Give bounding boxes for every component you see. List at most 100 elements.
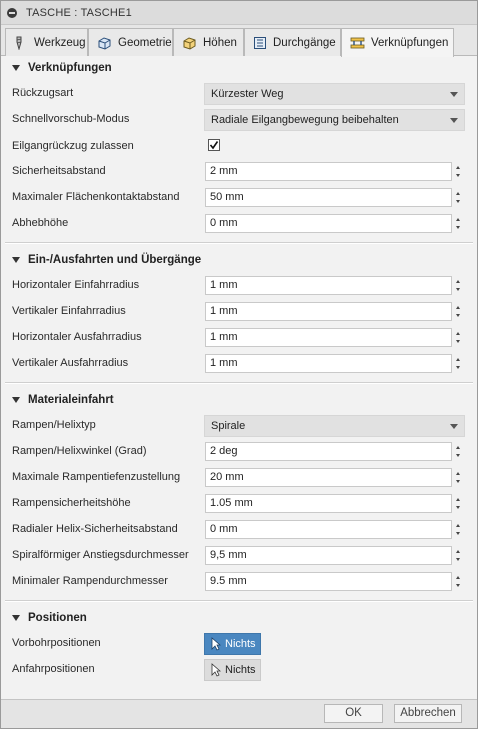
h-exit-radius-input[interactable]: 1 mm	[205, 328, 452, 347]
spinner[interactable]	[453, 302, 463, 321]
spin-down-icon[interactable]	[456, 454, 460, 457]
max-stay-down-input[interactable]: 50 mm	[205, 188, 452, 207]
spin-down-icon[interactable]	[456, 532, 460, 535]
row-safe-distance: Sicherheitsabstand 2 mm	[1, 161, 477, 183]
collapse-icon[interactable]	[7, 7, 17, 18]
lift-height-input[interactable]: 0 mm	[205, 214, 452, 233]
max-stepdown-label: Maximale Rampentiefenzustellung	[12, 471, 181, 483]
v-exit-radius-input[interactable]: 1 mm	[205, 354, 452, 373]
tab-werkzeug[interactable]: Werkzeug	[5, 28, 88, 56]
ramp-angle-input[interactable]: 2 deg	[205, 442, 452, 461]
section-title: Positionen	[28, 612, 87, 624]
rapid-mode-dropdown[interactable]: Radiale Eilgangbewegung beibehalten	[204, 109, 465, 131]
spinner[interactable]	[453, 328, 463, 347]
min-ramp-diameter-input[interactable]: 9.5 mm	[205, 572, 452, 591]
section-title: Verknüpfungen	[28, 62, 112, 74]
h-entry-radius-input[interactable]: 1 mm	[205, 276, 452, 295]
checkmark-icon	[209, 141, 219, 150]
tab-verknuepfungen[interactable]: Verknüpfungen	[341, 28, 454, 57]
spin-down-icon[interactable]	[456, 366, 460, 369]
spin-down-icon[interactable]	[456, 288, 460, 291]
safe-distance-input[interactable]: 2 mm	[205, 162, 452, 181]
spin-down-icon[interactable]	[456, 584, 460, 587]
tab-hoehen[interactable]: Höhen	[173, 28, 244, 56]
allow-rapid-retract-checkbox[interactable]	[208, 139, 220, 151]
ok-button[interactable]: OK	[324, 704, 383, 723]
spinner[interactable]	[453, 276, 463, 295]
spin-up-icon[interactable]	[456, 550, 460, 553]
spinner[interactable]	[453, 442, 463, 461]
spin-up-icon[interactable]	[456, 446, 460, 449]
helix-clearance-input[interactable]: 0 mm	[205, 520, 452, 539]
spinner[interactable]	[453, 572, 463, 591]
spinner[interactable]	[453, 520, 463, 539]
v-exit-radius-label: Vertikaler Ausfahrradius	[12, 357, 129, 369]
ramp-clearance-input[interactable]: 1.05 mm	[205, 494, 452, 513]
spin-down-icon[interactable]	[456, 314, 460, 317]
spiral-diameter-input[interactable]: 9,5 mm	[205, 546, 452, 565]
max-stay-down-label: Maximaler Flächenkontaktabstand	[12, 191, 180, 203]
spin-down-icon[interactable]	[456, 340, 460, 343]
cancel-button[interactable]: Abbrechen	[394, 704, 462, 723]
heights-box-icon	[183, 36, 196, 50]
tab-geometrie[interactable]: Geometrie	[88, 28, 173, 56]
ramp-type-dropdown[interactable]: Spirale	[204, 415, 465, 437]
dropdown-arrow-icon	[450, 424, 458, 429]
spin-up-icon[interactable]	[456, 358, 460, 361]
spin-up-icon[interactable]	[456, 472, 460, 475]
collapse-triangle-icon	[12, 257, 20, 263]
spin-up-icon[interactable]	[456, 332, 460, 335]
section-title: Ein-/Ausfahrten und Übergänge	[28, 254, 202, 266]
spinner[interactable]	[453, 162, 463, 181]
spin-up-icon[interactable]	[456, 166, 460, 169]
row-ramp-type: Rampen/Helixtyp Spirale	[1, 415, 477, 437]
spin-down-icon[interactable]	[456, 558, 460, 561]
section-positions-header[interactable]: Positionen	[1, 608, 477, 628]
spinner[interactable]	[453, 468, 463, 487]
settings-panel: Verknüpfungen Rückzugsart Kürzester Weg …	[1, 56, 477, 699]
row-helix-clearance: Radialer Helix-Sicherheitsabstand 0 mm	[1, 519, 477, 541]
tab-label: Geometrie	[118, 36, 172, 49]
rapid-mode-label: Schnellvorschub-Modus	[12, 113, 130, 125]
title-bar: TASCHE : TASCHE1	[1, 1, 477, 25]
spin-down-icon[interactable]	[456, 506, 460, 509]
spin-down-icon[interactable]	[456, 200, 460, 203]
spin-down-icon[interactable]	[456, 480, 460, 483]
spin-up-icon[interactable]	[456, 498, 460, 501]
spin-down-icon[interactable]	[456, 226, 460, 229]
section-leads-header[interactable]: Ein-/Ausfahrten und Übergänge	[1, 250, 477, 270]
tab-durchgaenge[interactable]: Durchgänge	[244, 28, 341, 56]
tool-icon	[16, 36, 22, 50]
predrill-select-button[interactable]: Nichts	[204, 633, 261, 655]
section-title: Materialeinfahrt	[28, 394, 114, 406]
passes-icon	[254, 36, 266, 49]
row-max-stay-down: Maximaler Flächenkontaktabstand 50 mm	[1, 187, 477, 209]
retract-type-dropdown[interactable]: Kürzester Weg	[204, 83, 465, 105]
v-entry-radius-label: Vertikaler Einfahrradius	[12, 305, 126, 317]
select-button-label: Nichts	[225, 664, 256, 676]
dropdown-value: Spirale	[211, 420, 246, 432]
spin-up-icon[interactable]	[456, 576, 460, 579]
row-ramp-clearance: Rampensicherheitshöhe 1.05 mm	[1, 493, 477, 515]
window-title: TASCHE : TASCHE1	[26, 6, 132, 19]
row-lift-height: Abhebhöhe 0 mm	[1, 213, 477, 235]
spinner[interactable]	[453, 188, 463, 207]
spin-up-icon[interactable]	[456, 306, 460, 309]
spinner[interactable]	[453, 494, 463, 513]
spin-up-icon[interactable]	[456, 524, 460, 527]
row-h-entry-radius: Horizontaler Einfahrradius 1 mm	[1, 275, 477, 297]
spinner[interactable]	[453, 354, 463, 373]
spinner[interactable]	[453, 546, 463, 565]
spin-up-icon[interactable]	[456, 280, 460, 283]
spin-down-icon[interactable]	[456, 174, 460, 177]
allow-rapid-retract-label: Eilgangrückzug zulassen	[12, 140, 134, 152]
spin-up-icon[interactable]	[456, 218, 460, 221]
spinner[interactable]	[453, 214, 463, 233]
section-linking-header[interactable]: Verknüpfungen	[1, 58, 477, 78]
max-stepdown-input[interactable]: 20 mm	[205, 468, 452, 487]
section-ramp-header[interactable]: Materialeinfahrt	[1, 390, 477, 410]
section-divider	[5, 600, 473, 602]
spin-up-icon[interactable]	[456, 192, 460, 195]
v-entry-radius-input[interactable]: 1 mm	[205, 302, 452, 321]
entry-select-button[interactable]: Nichts	[204, 659, 261, 681]
